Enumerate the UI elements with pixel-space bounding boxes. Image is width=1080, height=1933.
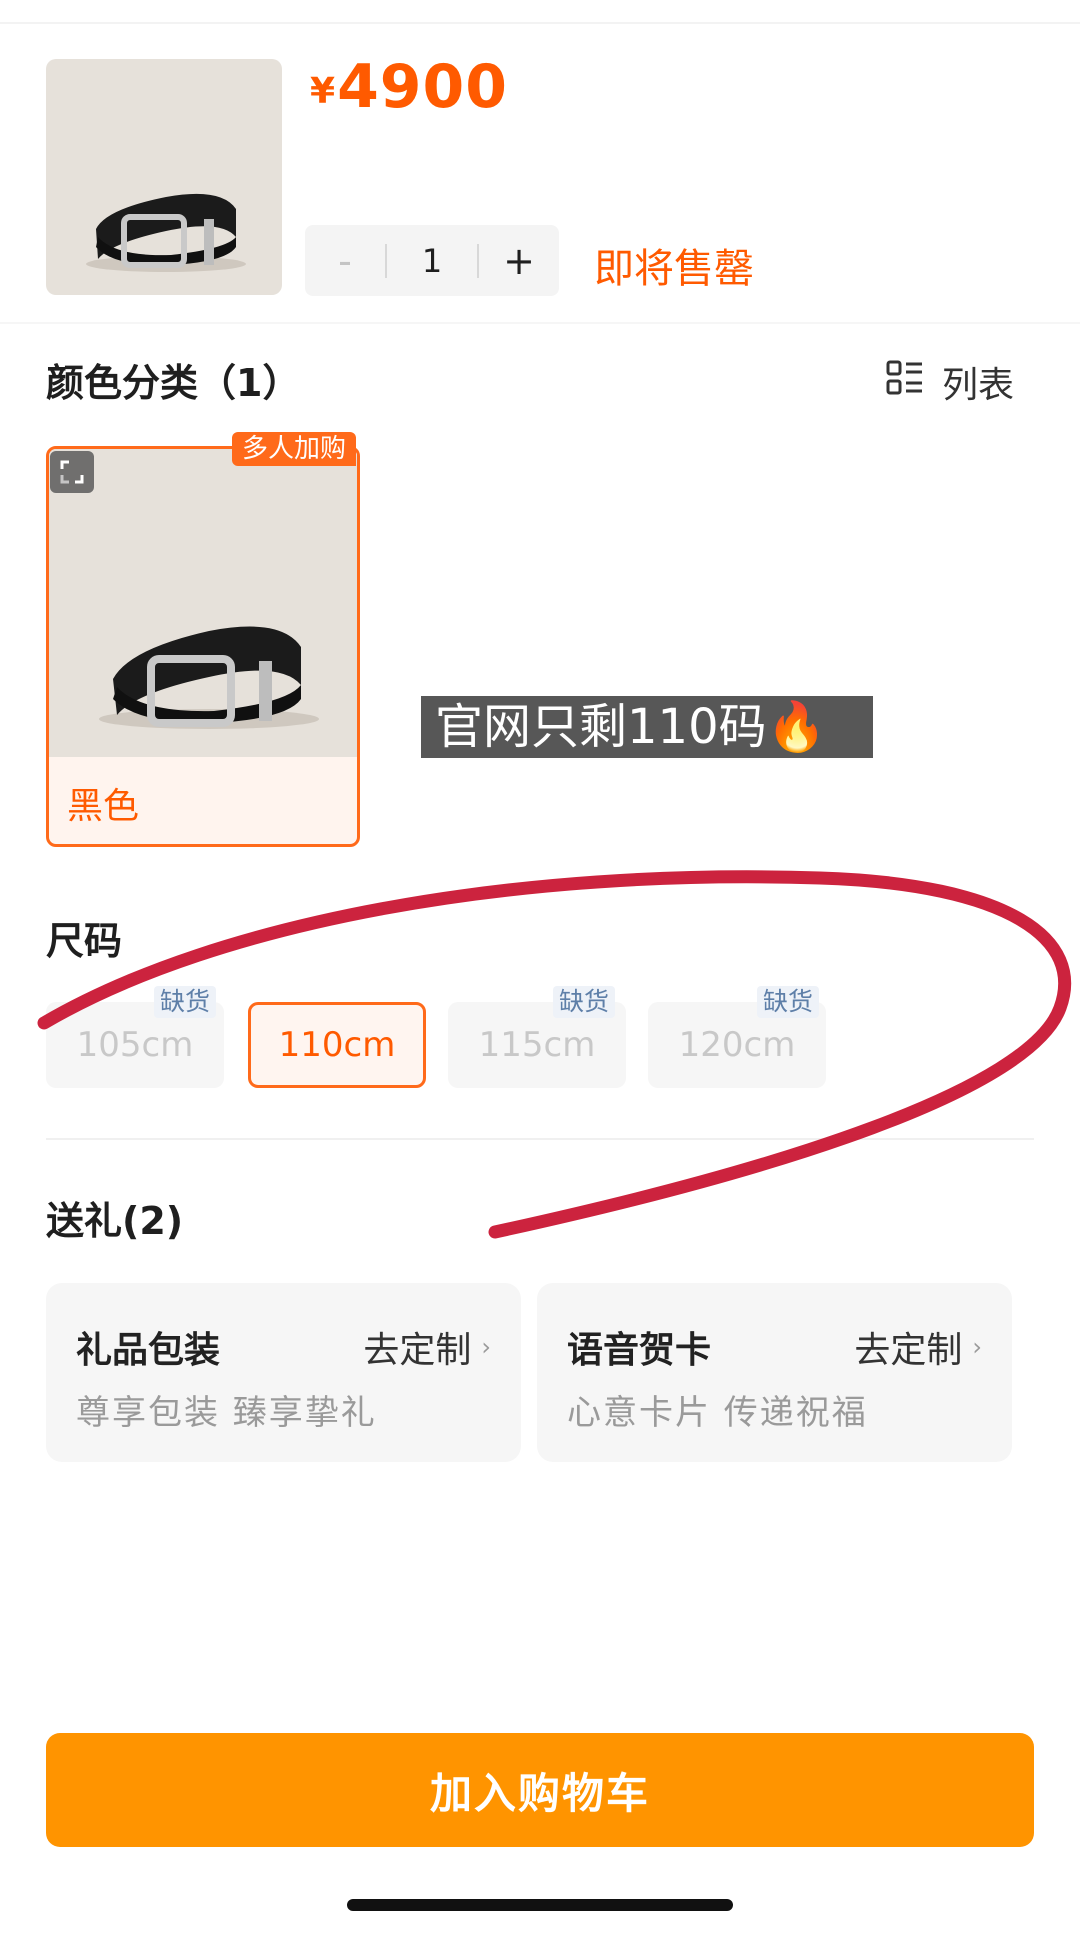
chevron-right-icon: › (972, 1333, 982, 1361)
section-divider (0, 322, 1080, 324)
out-of-stock-badge: 缺货 (757, 986, 820, 1018)
color-option-name: 黑色 (67, 786, 140, 827)
customize-link[interactable]: 去定制 › (363, 1321, 491, 1373)
increase-button[interactable]: + (479, 225, 559, 296)
list-view-label: 列表 (942, 365, 1015, 406)
gift-wrap-card[interactable]: 礼品包装 去定制 › 尊享包装 臻享挚礼 (46, 1283, 521, 1462)
belt-image (86, 193, 246, 272)
quantity-stepper: - 1 + (305, 225, 559, 296)
expand-icon[interactable] (50, 451, 94, 493)
list-view-toggle[interactable]: 列表 (886, 356, 1014, 408)
add-to-cart-button[interactable]: 加入购物车 (46, 1733, 1034, 1847)
gift-card-subtitle: 心意卡片 传递祝福 (567, 1393, 868, 1433)
popular-badge: 多人加购 (232, 432, 357, 466)
quantity-value[interactable]: 1 (387, 242, 477, 280)
price-value: 4900 (337, 52, 509, 122)
color-option-image (49, 449, 357, 757)
section-divider (46, 1138, 1034, 1140)
chevron-right-icon: › (481, 1333, 491, 1361)
currency-symbol: ¥ (310, 71, 336, 112)
customize-label: 去定制 (854, 1330, 963, 1371)
price: ¥4900 (310, 52, 508, 122)
out-of-stock-badge: 缺货 (154, 986, 217, 1018)
stock-status: 即将售罄 (594, 246, 754, 292)
belt-image (99, 626, 319, 729)
top-divider (0, 22, 1080, 24)
customize-link[interactable]: 去定制 › (854, 1321, 982, 1373)
decrease-button[interactable]: - (305, 225, 385, 296)
size-section-title: 尺码 (46, 919, 123, 963)
list-view-icon (886, 359, 924, 406)
color-section-title: 颜色分类（1） (46, 361, 301, 405)
customize-label: 去定制 (363, 1330, 472, 1371)
product-thumbnail[interactable] (46, 59, 282, 295)
voice-card-card[interactable]: 语音贺卡 去定制 › 心意卡片 传递祝福 (537, 1283, 1012, 1462)
gift-card-title: 语音贺卡 (567, 1330, 712, 1371)
gift-card-title: 礼品包装 (76, 1330, 221, 1371)
color-option-black[interactable]: 黑色 (46, 446, 360, 847)
overlay-caption: 官网只剩110码🔥 (421, 696, 873, 758)
size-option-110[interactable]: 110cm (248, 1002, 426, 1088)
gift-section-title: 送礼(2) (46, 1199, 184, 1243)
home-indicator (347, 1899, 733, 1911)
gift-card-subtitle: 尊享包装 臻享挚礼 (76, 1393, 377, 1433)
out-of-stock-badge: 缺货 (553, 986, 616, 1018)
